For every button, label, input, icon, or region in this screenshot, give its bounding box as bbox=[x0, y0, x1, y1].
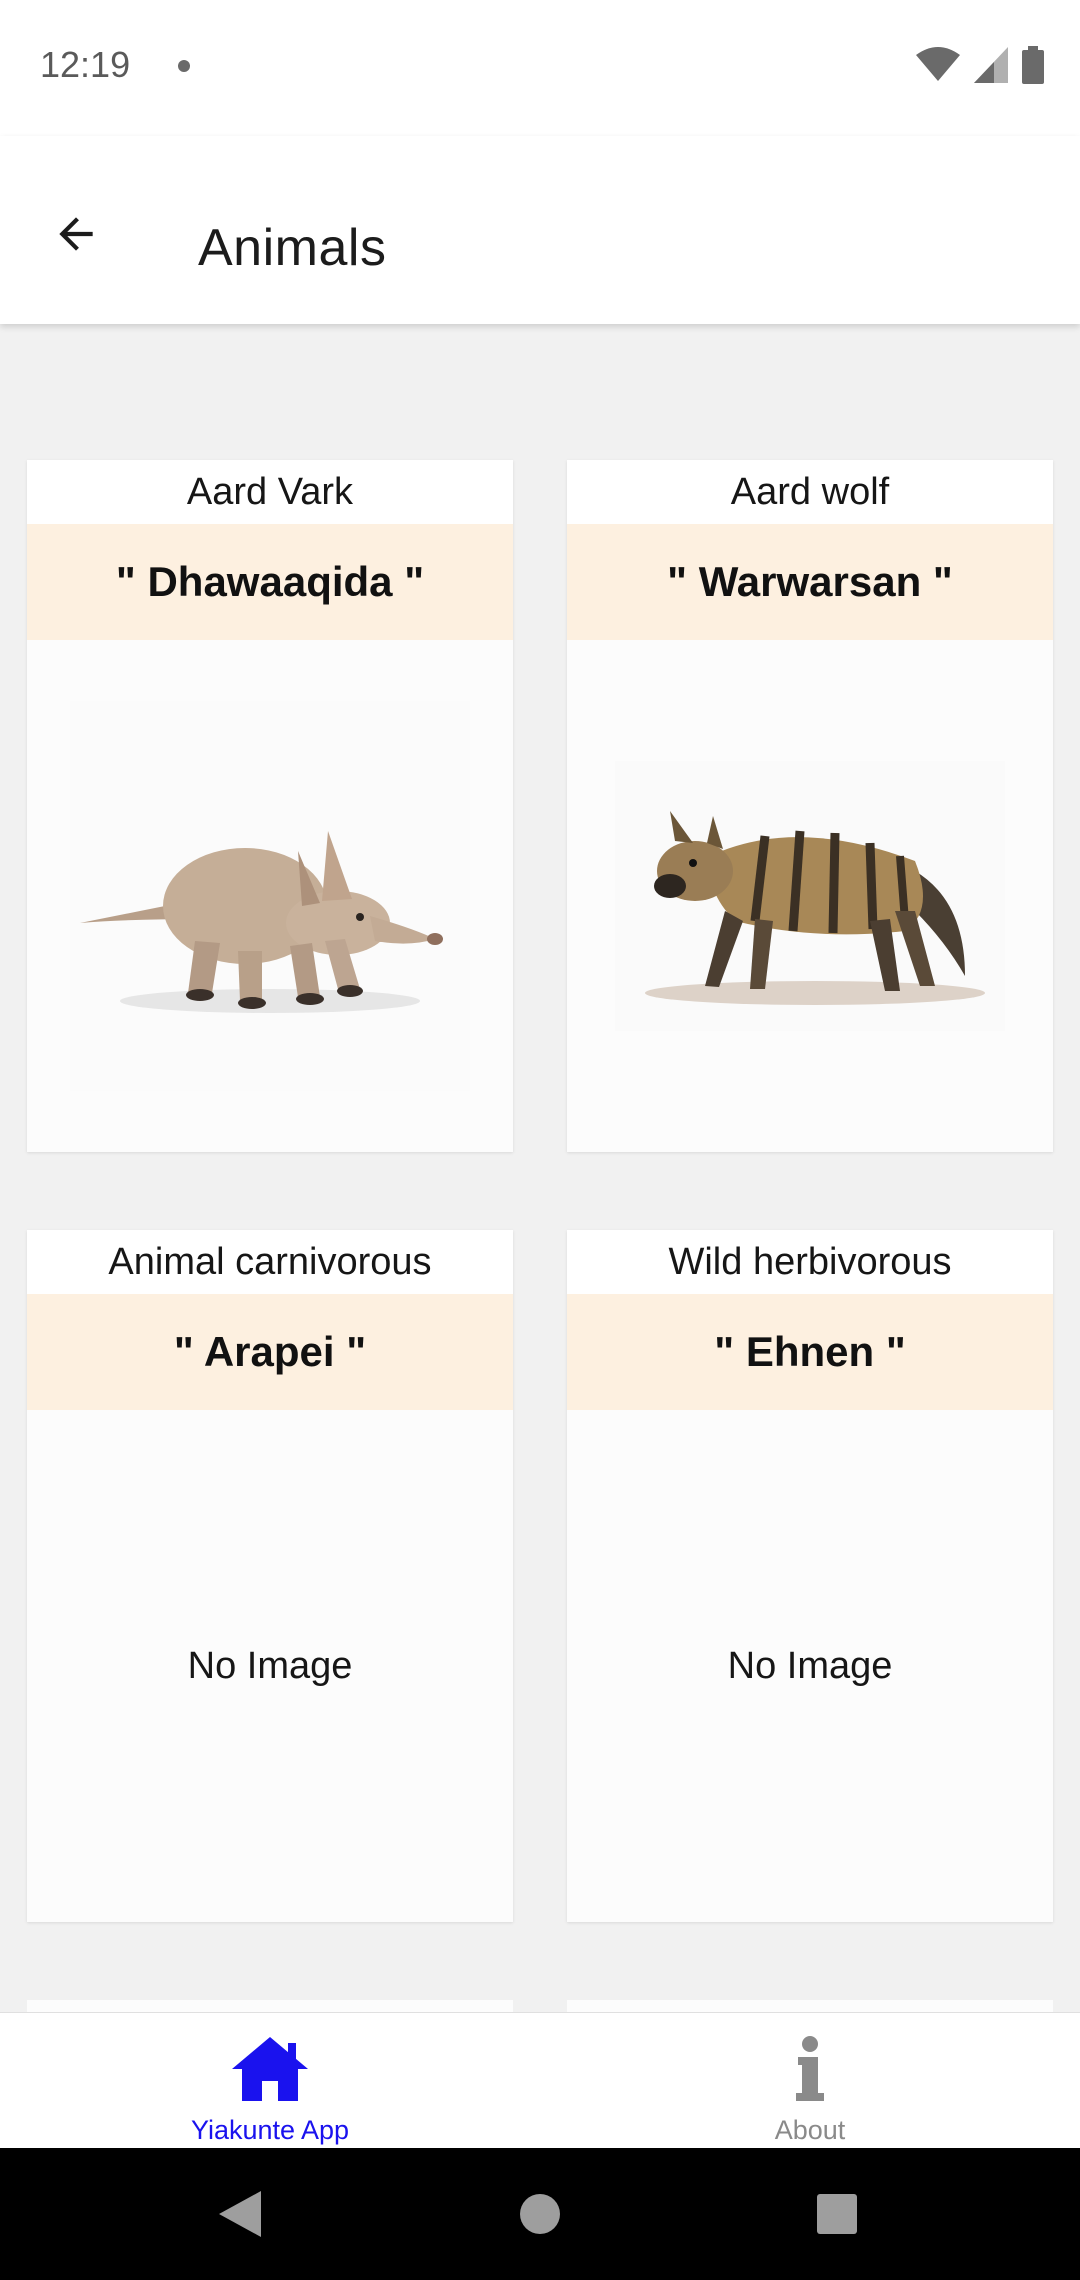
status-icons bbox=[916, 46, 1044, 84]
nav-recents-button[interactable] bbox=[809, 2186, 865, 2242]
aardvark-image bbox=[70, 701, 470, 1091]
signal-icon bbox=[974, 47, 1008, 83]
nav-back-icon bbox=[219, 2191, 261, 2237]
nav-label-about: About bbox=[774, 2115, 846, 2145]
animal-grid: Aard Vark " Dhawaaqida " Aard wolf " War… bbox=[0, 324, 1080, 2012]
aardwolf-image bbox=[615, 761, 1005, 1031]
nav-label-home: Yiakunte App bbox=[190, 2115, 350, 2145]
back-button[interactable] bbox=[36, 194, 116, 274]
animal-card[interactable]: Aard Vark " Dhawaaqida " bbox=[27, 460, 513, 1152]
battery-icon bbox=[1022, 46, 1044, 84]
card-english-name: Animal carnivorous bbox=[27, 1230, 513, 1294]
animal-card-partial[interactable] bbox=[567, 2000, 1053, 2012]
card-local-name: " Arapei " bbox=[27, 1294, 513, 1410]
animal-card-partial[interactable] bbox=[27, 2000, 513, 2012]
animal-card[interactable]: Animal carnivorous " Arapei " No Image bbox=[27, 1230, 513, 1922]
status-bar: 12:19 bbox=[0, 0, 1080, 136]
card-local-name: " Warwarsan " bbox=[567, 524, 1053, 640]
nav-back-button[interactable] bbox=[212, 2186, 268, 2242]
card-image: No Image bbox=[27, 1410, 513, 1922]
wifi-icon bbox=[916, 47, 960, 81]
card-image bbox=[27, 640, 513, 1152]
nav-item-about[interactable]: About bbox=[540, 2013, 1080, 2149]
card-local-name: " Ehnen " bbox=[567, 1294, 1053, 1410]
no-image-text: No Image bbox=[727, 1644, 893, 1687]
animal-card[interactable]: Wild herbivorous " Ehnen " No Image bbox=[567, 1230, 1053, 1922]
notification-dot-icon bbox=[178, 60, 190, 72]
system-navigation-bar bbox=[0, 2148, 1080, 2280]
animal-card[interactable]: Aard wolf " Warwarsan " bbox=[567, 460, 1053, 1152]
info-icon bbox=[796, 2036, 824, 2101]
bottom-navigation: Yiakunte App About bbox=[0, 2012, 1080, 2149]
app-bar: Animals bbox=[0, 136, 1080, 324]
nav-recents-icon bbox=[817, 2194, 857, 2234]
no-image-text: No Image bbox=[187, 1644, 353, 1687]
status-time: 12:19 bbox=[40, 44, 131, 85]
nav-item-home[interactable]: Yiakunte App bbox=[0, 2013, 540, 2149]
nav-home-icon bbox=[520, 2194, 560, 2234]
arrow-back-icon bbox=[59, 217, 93, 251]
card-local-name: " Dhawaaqida " bbox=[27, 524, 513, 640]
page-title: Animals bbox=[198, 219, 387, 277]
card-english-name: Wild herbivorous bbox=[567, 1230, 1053, 1294]
card-english-name: Aard wolf bbox=[567, 460, 1053, 524]
card-image: No Image bbox=[567, 1410, 1053, 1922]
card-image bbox=[567, 640, 1053, 1152]
home-icon bbox=[232, 2037, 308, 2101]
nav-home-button[interactable] bbox=[512, 2186, 568, 2242]
card-english-name: Aard Vark bbox=[27, 460, 513, 524]
